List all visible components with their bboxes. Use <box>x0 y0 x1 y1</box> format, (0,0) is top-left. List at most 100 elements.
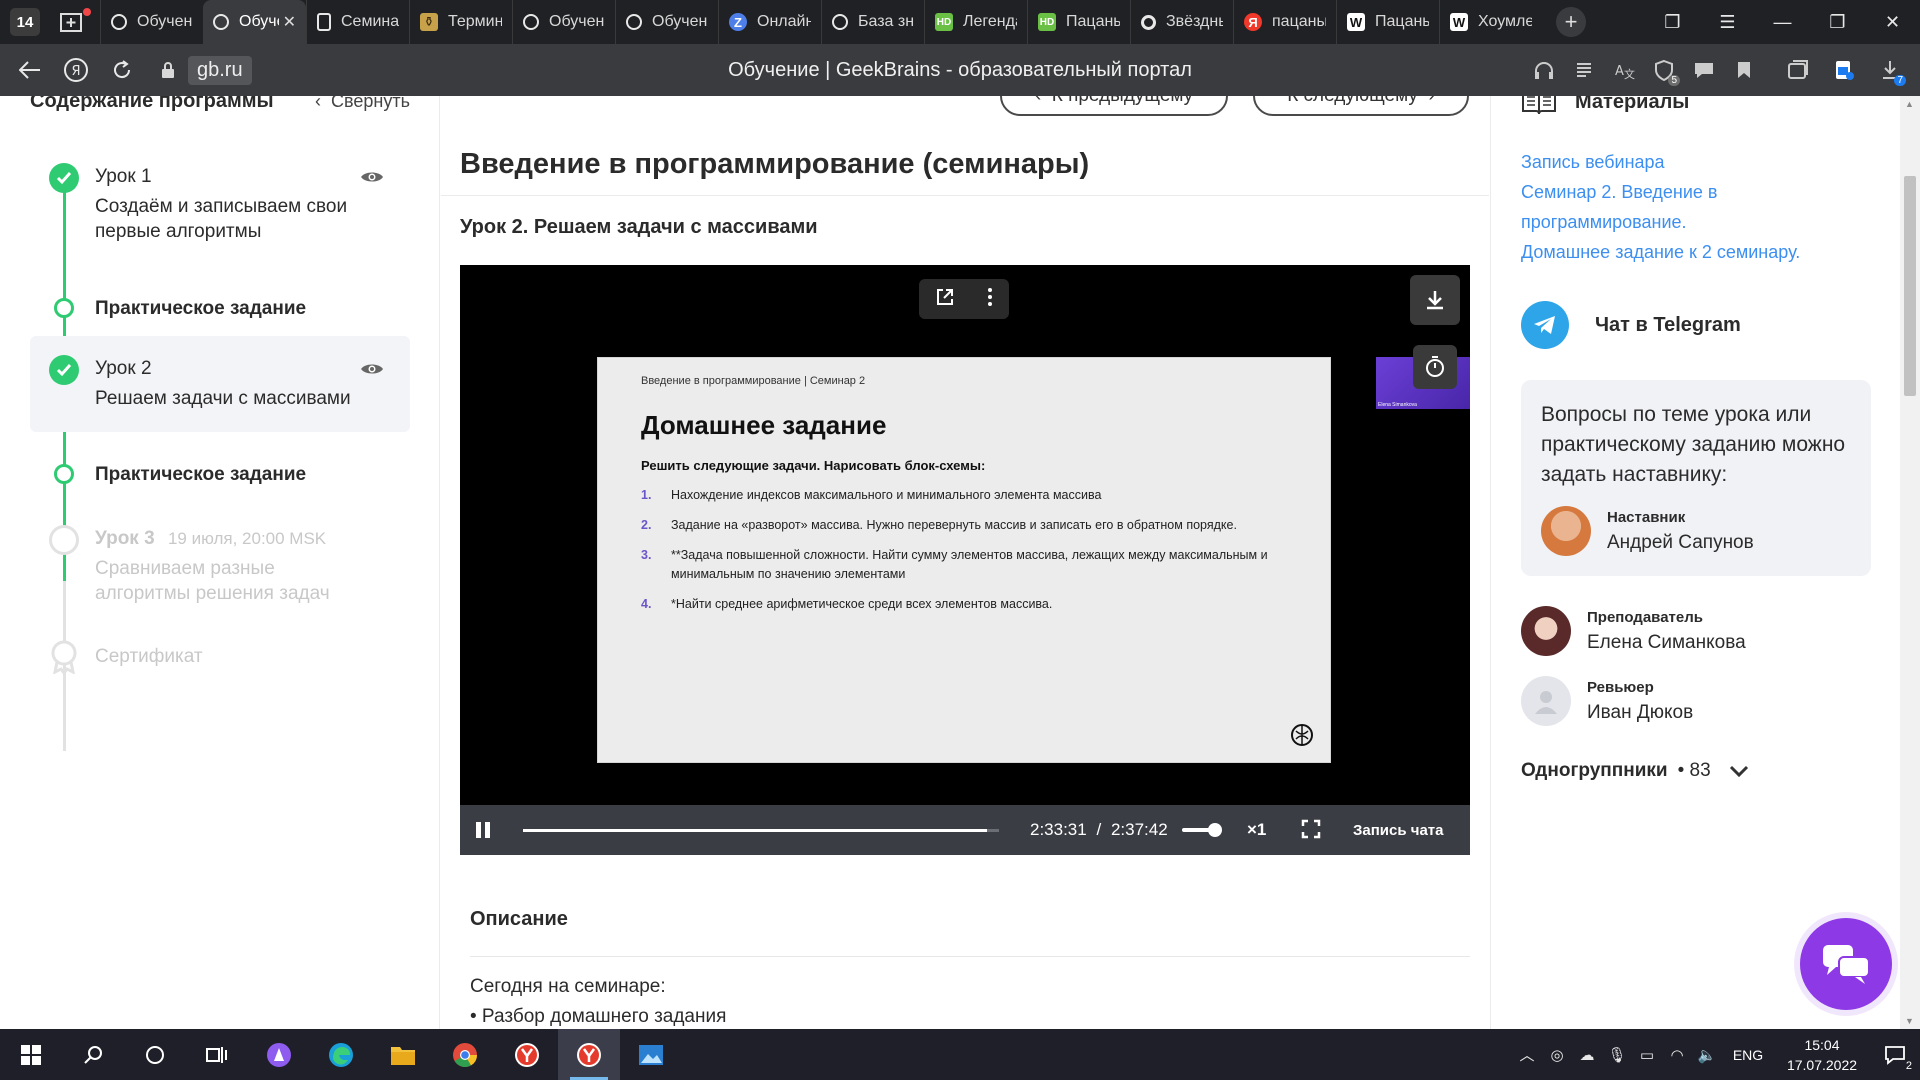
headset-icon[interactable]: ◎ <box>1542 1029 1572 1080</box>
notification-center-button[interactable]: 2 <box>1870 1029 1920 1080</box>
next-lesson-button[interactable]: К следующему › <box>1253 96 1469 116</box>
task-view-button[interactable] <box>186 1029 248 1080</box>
close-window-button[interactable]: ✕ <box>1865 12 1920 33</box>
browser-tab[interactable]: Обучение <box>512 0 615 44</box>
chat-record-button[interactable]: Запись чата <box>1353 822 1444 839</box>
browser-tab[interactable]: Обучение✕ <box>203 0 306 44</box>
new-tab-button[interactable]: + <box>1556 7 1586 37</box>
sidebar-item-lesson-2[interactable]: Урок 2 Решаем задачи с массивами <box>30 336 410 432</box>
search-button[interactable] <box>62 1029 124 1080</box>
page-scrollbar[interactable]: ▲ ▼ <box>1900 96 1920 1029</box>
taskbar-alice[interactable] <box>248 1029 310 1080</box>
back-button[interactable] <box>12 52 48 88</box>
playback-speed-button[interactable]: ×1 <box>1247 820 1266 840</box>
browser-tab[interactable]: Япацаны <box>1233 0 1336 44</box>
tab-counter-button[interactable]: 14 <box>10 8 40 36</box>
sidebar-item-lesson-1[interactable]: Урок 1 Создаём и записываем свои первые … <box>30 158 410 268</box>
downloads-icon[interactable]: 7 <box>1870 50 1910 90</box>
volume-icon[interactable]: 🔈 <box>1692 1029 1722 1080</box>
sidebar-item-practice-1[interactable]: Практическое задание <box>30 286 410 330</box>
reload-button[interactable] <box>104 52 140 88</box>
browser-tab[interactable]: W Пацаны <box>1336 0 1439 44</box>
wifi-icon[interactable]: ◠ <box>1662 1029 1692 1080</box>
browser-tab[interactable]: Обучение <box>615 0 718 44</box>
clock[interactable]: 15:04 17.07.2022 <box>1774 1035 1870 1075</box>
material-link-webinar[interactable]: Запись вебинара <box>1521 152 1665 173</box>
slide-task-item: 4. *Найти среднее арифметическое среди вс… <box>641 595 1281 614</box>
fullscreen-icon[interactable] <box>1301 819 1321 844</box>
url-field[interactable]: gb.ru <box>156 53 252 87</box>
scrollbar-thumb[interactable] <box>1904 176 1916 396</box>
language-indicator[interactable]: ENG <box>1722 1047 1774 1063</box>
video-progress-bar[interactable] <box>523 829 999 832</box>
material-link-seminar-cont[interactable]: программирование. <box>1521 212 1687 233</box>
browser-tab[interactable]: W Хоумлендер <box>1439 0 1542 44</box>
mentor-card[interactable]: Наставник Андрей Сапунов <box>1541 506 1754 556</box>
eye-icon[interactable] <box>360 170 384 189</box>
video-player[interactable]: Elena Simankova Введение в программирова… <box>460 265 1470 855</box>
collapse-button[interactable]: ‹ Свернуть <box>315 96 410 112</box>
teacher-card[interactable]: Преподаватель Елена Симанкова <box>1521 606 1746 656</box>
battery-icon[interactable]: ▭ <box>1632 1029 1662 1080</box>
video-download-button[interactable] <box>1410 275 1460 325</box>
avatar <box>1521 676 1571 726</box>
material-link-homework[interactable]: Домашнее задание к 2 семинару. <box>1521 242 1800 263</box>
material-link-seminar[interactable]: Семинар 2. Введение в <box>1521 182 1717 203</box>
cloud-icon[interactable]: ☁ <box>1572 1029 1602 1080</box>
sidebar-item-lesson-3[interactable]: Урок 3 19 июля, 20:00 MSK Сравниваем раз… <box>30 520 410 620</box>
practice-1-label: Практическое задание <box>95 298 307 319</box>
telegram-chat-link[interactable]: Чат в Telegram <box>1521 301 1741 349</box>
extension-icon[interactable] <box>1824 50 1864 90</box>
cortana-button[interactable] <box>124 1029 186 1080</box>
taskbar-photos[interactable] <box>620 1029 682 1080</box>
chat-icon[interactable] <box>1684 50 1724 90</box>
chevron-up-icon[interactable]: ︿ <box>1512 1029 1542 1080</box>
protect-shield-icon[interactable]: 5 <box>1644 50 1684 90</box>
bookmark-icon[interactable] <box>1724 50 1764 90</box>
close-tab-icon[interactable]: ✕ <box>283 12 296 32</box>
reader-mode-icon[interactable] <box>1564 50 1604 90</box>
browser-tab[interactable]: ⚱ Термин <box>409 0 512 44</box>
headphones-icon[interactable] <box>1524 50 1564 90</box>
restore-button[interactable]: ❐ <box>1810 12 1865 33</box>
reviewer-card[interactable]: Ревьюер Иван Дюков <box>1521 676 1693 726</box>
taskbar-file-explorer[interactable] <box>372 1029 434 1080</box>
volume-slider[interactable] <box>1182 823 1222 837</box>
browser-tab[interactable]: База знаний <box>821 0 924 44</box>
stopwatch-icon <box>1426 356 1444 377</box>
browser-tab[interactable]: Обучение <box>100 0 203 44</box>
taskbar-yandex[interactable] <box>496 1029 558 1080</box>
sidebar-item-certificate[interactable]: Сертификат <box>30 638 410 678</box>
minimize-button[interactable]: — <box>1755 12 1810 33</box>
browser-tab[interactable]: Семинар <box>306 0 409 44</box>
tabs-overview-icon[interactable]: ❐ <box>1645 12 1700 33</box>
video-timer-button[interactable] <box>1413 345 1457 389</box>
yandex-favicon: Я <box>1244 13 1262 31</box>
browser-tab[interactable]: Z Онлайн <box>718 0 821 44</box>
scroll-down-arrow-icon[interactable]: ▼ <box>1905 1016 1914 1026</box>
taskbar-yandex-active[interactable] <box>558 1029 620 1080</box>
prev-lesson-button[interactable]: ‹ К предыдущему <box>1000 96 1228 116</box>
url-domain[interactable]: gb.ru <box>188 55 252 85</box>
more-options-icon[interactable] <box>987 287 993 312</box>
start-button[interactable] <box>0 1029 62 1080</box>
browser-tab[interactable]: Звёздный <box>1130 0 1233 44</box>
taskbar-chrome[interactable] <box>434 1029 496 1080</box>
sidebar-item-practice-2[interactable]: Практическое задание <box>30 452 410 496</box>
lock-icon[interactable] <box>156 55 180 85</box>
browser-tab[interactable]: HD Пацаны <box>1027 0 1130 44</box>
browser-tab[interactable]: HD Легенда <box>924 0 1027 44</box>
tab-groups-button[interactable] <box>56 7 96 37</box>
support-chat-button[interactable] <box>1800 918 1892 1010</box>
translate-icon[interactable]: A文 <box>1604 50 1644 90</box>
scroll-up-arrow-icon[interactable]: ▲ <box>1905 99 1914 109</box>
collections-icon[interactable] <box>1778 50 1818 90</box>
open-external-icon[interactable] <box>935 287 955 312</box>
menu-icon[interactable]: ☰ <box>1700 12 1755 33</box>
taskbar-edge[interactable] <box>310 1029 372 1080</box>
classmates-toggle[interactable]: Одногруппники • 83 <box>1521 760 1749 782</box>
eye-icon[interactable] <box>360 362 384 381</box>
yandex-home-button[interactable]: Я <box>58 52 94 88</box>
pause-button[interactable] <box>476 822 494 838</box>
microphone-icon[interactable]: 🎙 <box>1602 1029 1632 1080</box>
